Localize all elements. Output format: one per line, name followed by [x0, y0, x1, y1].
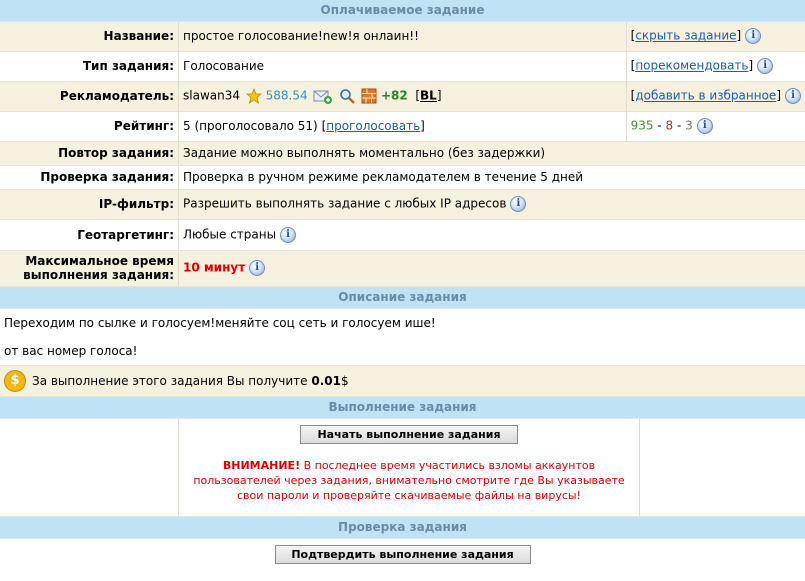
execution-left-spacer — [0, 418, 179, 516]
start-task-button[interactable]: Начать выполнение задания — [300, 424, 518, 444]
payment-currency: $ — [340, 373, 349, 388]
row-name: Название: простое голосование!new!я онла… — [0, 22, 805, 52]
info-icon[interactable]: i — [757, 58, 774, 74]
advertiser-plus: +82 — [380, 88, 408, 103]
rating-neutral: 3 — [685, 118, 693, 133]
check-value: Проверка в ручном режиме рекламодателем … — [178, 165, 805, 190]
ip-value: Разрешить выполнять задание с любых IP а… — [183, 196, 507, 211]
rating-positive: 935 — [630, 118, 654, 133]
coin-icon: $ — [4, 369, 26, 392]
rating-negative: 8 — [665, 118, 674, 133]
wall-icon[interactable] — [361, 88, 377, 104]
ip-label: IP-фильтр: — [0, 189, 179, 220]
description-header: Описание задания — [0, 286, 805, 309]
row-rating: Рейтинг: 5 (проголосовало 51) [проголосо… — [0, 111, 805, 142]
execution-area: Начать выполнение задания ВНИМАНИЕ! В по… — [0, 418, 805, 517]
row-check: Проверка задания: Проверка в ручном режи… — [0, 165, 805, 190]
advertiser-label: Рекламодатель: — [0, 81, 179, 112]
type-label: Тип задания: — [0, 51, 179, 82]
info-icon[interactable]: i — [785, 88, 801, 104]
search-icon[interactable] — [339, 88, 356, 104]
security-warning: ВНИМАНИЕ! В последнее время участились в… — [179, 458, 639, 503]
rating-counts: 935 - 8 - 3i — [625, 111, 805, 142]
execution-center: Начать выполнение задания ВНИМАНИЕ! В по… — [179, 419, 639, 516]
info-icon[interactable]: i — [745, 28, 762, 45]
row-type: Тип задания: Голосование [порекомендоват… — [0, 51, 805, 82]
recommend-link[interactable]: порекомендовать — [635, 59, 748, 73]
vote-link[interactable]: проголосовать — [326, 119, 420, 133]
paid-task-header: Оплачиваемое задание — [0, 0, 805, 22]
name-label: Название: — [0, 22, 179, 52]
row-advertiser: Рекламодатель: slawan34 588.54 +82 [BL] … — [0, 81, 805, 112]
geo-value: Любые страны — [183, 227, 277, 241]
description-line1: Переходим по сылке и голосуем!меняйте со… — [4, 315, 436, 330]
payment-row: $ За выполнение этого задания Вы получит… — [0, 364, 805, 397]
maxtime-value-cell: 10 минут i — [178, 250, 805, 287]
payment-text: За выполнение этого задания Вы получите — [32, 373, 308, 388]
rating-value: 5 (проголосовало 51) [проголосовать] — [178, 111, 627, 142]
hide-task-cell: [скрыть задание] i — [625, 22, 805, 52]
advertiser-username[interactable]: slawan34 — [183, 89, 240, 103]
payment-amount: 0.01 — [311, 373, 341, 388]
recommend-cell: [порекомендовать] i — [625, 51, 805, 82]
maxtime-label: Максимальное время выполнения задания: — [0, 250, 179, 287]
geo-value-cell: Любые страны i — [178, 219, 805, 251]
verify-header: Проверка задания — [0, 516, 805, 539]
add-favorite-link[interactable]: добавить в избранное — [635, 89, 776, 103]
ip-value-cell: Разрешить выполнять задание с любых IP а… — [178, 189, 805, 220]
type-value: Голосование — [178, 51, 627, 82]
rating-label: Рейтинг: — [0, 111, 179, 142]
rating-text: 5 (проголосовало 51) — [183, 119, 318, 133]
hide-task-link[interactable]: скрыть задание — [635, 29, 736, 43]
check-label: Проверка задания: — [0, 165, 179, 190]
row-repeat: Повтор задания: Задание можно выполнять … — [0, 141, 805, 166]
description-line2: от вас номер голоса! — [4, 343, 138, 358]
advertiser-balance: 588.54 — [265, 88, 308, 103]
info-icon[interactable]: i — [249, 260, 266, 276]
verify-area: Подтвердить выполнение задания — [0, 539, 805, 572]
star-icon — [245, 87, 262, 104]
execution-header: Выполнение задания — [0, 396, 805, 419]
maxtime-label-line1: Максимальное время — [25, 254, 174, 268]
maxtime-value: 10 минут — [183, 260, 246, 275]
row-maxtime: Максимальное время выполнения задания: 10… — [0, 250, 805, 287]
advertiser-value: slawan34 588.54 +82 [BL] — [178, 81, 627, 112]
execution-right-spacer — [639, 418, 805, 516]
mail-icon[interactable] — [313, 88, 333, 104]
task-info-table: Название: простое голосование!new!я онла… — [0, 22, 805, 287]
geo-label: Геотаргетинг: — [0, 219, 179, 251]
row-ip: IP-фильтр: Разрешить выполнять задание с… — [0, 189, 805, 220]
info-icon[interactable]: i — [280, 226, 297, 243]
favorite-cell: [добавить в избранное] i — [625, 81, 805, 112]
bl-link[interactable]: BL — [420, 89, 437, 103]
name-value: простое голосование!new!я онлаин!! — [178, 22, 627, 52]
warning-title: ВНИМАНИЕ! — [222, 458, 301, 472]
repeat-label: Повтор задания: — [0, 141, 179, 166]
confirm-task-button[interactable]: Подтвердить выполнение задания — [274, 544, 531, 564]
repeat-value: Задание можно выполнять моментально (без… — [178, 141, 805, 166]
row-geo: Геотаргетинг: Любые страны i — [0, 219, 805, 251]
maxtime-label-line2: выполнения задания: — [23, 268, 174, 282]
info-icon[interactable]: i — [510, 196, 527, 212]
info-icon[interactable]: i — [696, 118, 713, 134]
